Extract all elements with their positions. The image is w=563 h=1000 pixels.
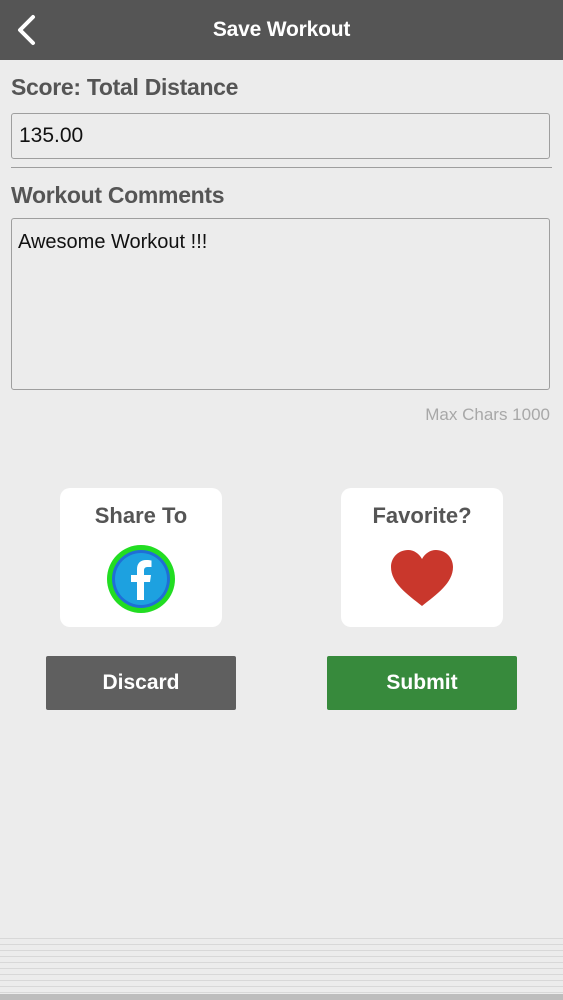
save-workout-screen: Save Workout Score: Total Distance Worko… xyxy=(0,0,563,1000)
favorite-card-title: Favorite? xyxy=(372,503,472,528)
bottom-edge-bar xyxy=(0,994,563,1000)
share-card-title: Share To xyxy=(94,503,188,528)
comments-textarea[interactable]: Awesome Workout !!! xyxy=(11,218,550,390)
page-title: Save Workout xyxy=(212,18,351,41)
comments-label: Workout Comments xyxy=(11,182,225,208)
score-label: Score: Total Distance xyxy=(11,74,239,100)
facebook-share-button[interactable] xyxy=(106,544,176,614)
app-header: Save Workout xyxy=(0,0,563,60)
discard-button[interactable]: Discard xyxy=(46,656,236,710)
share-card[interactable]: Share To xyxy=(60,488,222,627)
favorite-card[interactable]: Favorite? xyxy=(341,488,503,627)
max-chars-hint: Max Chars 1000 xyxy=(425,405,550,424)
facebook-icon xyxy=(107,545,175,613)
bottom-decorative-lines xyxy=(0,938,563,1000)
favorite-toggle[interactable] xyxy=(387,544,457,614)
heart-icon xyxy=(391,550,453,606)
submit-button[interactable]: Submit xyxy=(327,656,517,710)
section-divider xyxy=(11,167,552,168)
score-input[interactable] xyxy=(11,113,550,159)
